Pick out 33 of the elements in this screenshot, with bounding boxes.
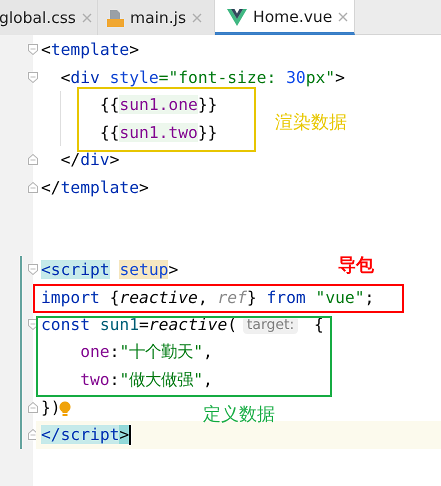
vue-logo-icon xyxy=(227,8,248,26)
annotation-label: 定义数据 xyxy=(203,404,275,426)
fold-icon[interactable] xyxy=(28,154,38,166)
code-text: <div style="font-size: 30px"> xyxy=(60,68,345,87)
code-text: two:"做大做强", xyxy=(80,368,213,391)
code-text: one:"十个勤天", xyxy=(80,341,213,364)
code-text: { xyxy=(314,315,324,334)
code-text: </script> xyxy=(41,425,130,444)
code-text: <template> xyxy=(41,40,140,60)
fold-icon[interactable] xyxy=(28,72,38,83)
tab-label: main.js xyxy=(130,8,186,26)
code-text: import {reactive, ref} from "vue"; xyxy=(41,288,374,307)
code-text: const sun1=reactive( xyxy=(41,315,238,334)
annotation-label: 导包 xyxy=(338,255,374,277)
lightbulb-icon[interactable] xyxy=(58,401,71,418)
fold-icon[interactable] xyxy=(28,264,38,276)
close-icon[interactable] xyxy=(82,12,92,22)
js-file-icon xyxy=(106,8,124,26)
code-text: </div> xyxy=(60,150,120,170)
editor-tab[interactable]: Home.vue xyxy=(215,0,356,35)
close-icon[interactable] xyxy=(192,12,202,22)
close-icon[interactable] xyxy=(338,12,348,22)
code-text: {{sun1.two}} xyxy=(100,122,218,142)
code-text: {{sun1.one}} xyxy=(100,95,218,114)
code-text: }) xyxy=(41,398,61,417)
code-text: </template> xyxy=(41,178,149,197)
annotation-label: 渲染数据 xyxy=(275,112,347,134)
code-text: <script setup> xyxy=(41,260,178,280)
tab-label: Home.vue xyxy=(253,8,332,26)
tab-label: global.css xyxy=(0,8,76,26)
fold-icon[interactable] xyxy=(28,44,38,56)
editor-tab[interactable]: global.css xyxy=(0,0,98,35)
editor-tab[interactable]: main.js xyxy=(98,0,216,35)
